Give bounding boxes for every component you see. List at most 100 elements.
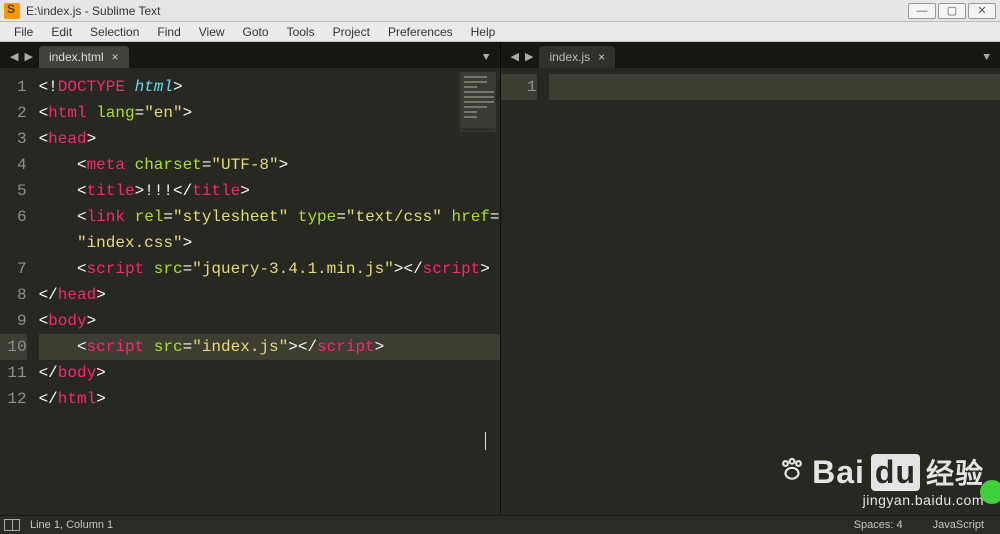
line-number[interactable]: 10 xyxy=(0,334,27,360)
code-token: > xyxy=(183,234,193,252)
code-token: DOCTYPE xyxy=(58,78,135,96)
tab-index-html[interactable]: index.html × xyxy=(39,46,129,68)
status-syntax-language[interactable]: JavaScript xyxy=(933,519,984,531)
code-area[interactable] xyxy=(545,68,1000,515)
code-token: body xyxy=(58,364,96,382)
code-token: > xyxy=(96,390,106,408)
tab-label: index.html xyxy=(49,50,104,64)
line-number[interactable]: 1 xyxy=(501,74,537,100)
line-number[interactable]: 4 xyxy=(0,152,27,178)
code-token: < xyxy=(77,156,87,174)
code-token: > xyxy=(279,156,289,174)
code-token: = xyxy=(202,156,212,174)
tab-close-icon[interactable]: × xyxy=(112,50,119,64)
menu-preferences[interactable]: Preferences xyxy=(380,24,461,40)
left-editor-pane[interactable]: 1 2 3 4 5 6 7 8 9 10 11 12 <!DOCTYPE htm… xyxy=(0,68,500,515)
line-number[interactable]: 7 xyxy=(0,256,27,282)
tab-strips: ◀ ▶ index.html × ▼ ◀ ▶ index.js × ▼ xyxy=(0,42,1000,68)
tab-dropdown-icon[interactable]: ▼ xyxy=(983,52,1000,68)
code-token: > xyxy=(87,312,97,330)
code-token: > xyxy=(87,130,97,148)
nav-back-icon[interactable]: ◀ xyxy=(10,50,18,64)
left-tabstrip: ◀ ▶ index.html × ▼ xyxy=(0,42,500,68)
menu-selection[interactable]: Selection xyxy=(82,24,147,40)
text-cursor-icon xyxy=(485,432,486,450)
menu-help[interactable]: Help xyxy=(463,24,504,40)
right-editor-pane[interactable]: 1 xyxy=(500,68,1000,515)
code-token: meta xyxy=(87,156,135,174)
code-area[interactable]: <!DOCTYPE html> <html lang="en"> <head> … xyxy=(35,68,500,515)
line-number[interactable]: 3 xyxy=(0,126,27,152)
code-token: "stylesheet" xyxy=(173,208,298,226)
code-token xyxy=(39,182,77,200)
line-number[interactable]: 12 xyxy=(0,386,27,412)
code-token: </ xyxy=(403,260,422,278)
code-token: > xyxy=(96,286,106,304)
panel-switcher-icon[interactable] xyxy=(4,519,20,531)
editor-split: 1 2 3 4 5 6 7 8 9 10 11 12 <!DOCTYPE htm… xyxy=(0,68,1000,515)
code-token: </ xyxy=(39,364,58,382)
code-token: href xyxy=(451,208,489,226)
app-icon xyxy=(4,3,20,19)
menu-file[interactable]: File xyxy=(6,24,41,40)
line-number[interactable]: 1 xyxy=(0,74,27,100)
code-token: "UTF-8" xyxy=(211,156,278,174)
line-number[interactable]: 5 xyxy=(0,178,27,204)
window-minimize-button[interactable]: — xyxy=(908,3,936,19)
code-token: src xyxy=(154,260,183,278)
menu-view[interactable]: View xyxy=(191,24,233,40)
nav-back-icon[interactable]: ◀ xyxy=(511,50,519,64)
window-title: E:\index.js - Sublime Text xyxy=(26,4,161,18)
code-token: body xyxy=(48,312,86,330)
status-cursor-position[interactable]: Line 1, Column 1 xyxy=(30,519,113,531)
code-token: src xyxy=(154,338,183,356)
menu-project[interactable]: Project xyxy=(325,24,378,40)
line-number[interactable]: 11 xyxy=(0,360,27,386)
line-number[interactable]: 8 xyxy=(0,282,27,308)
minimap[interactable] xyxy=(460,72,496,132)
code-token: "index.css" xyxy=(77,234,183,252)
code-token xyxy=(39,208,77,226)
line-number[interactable]: 2 xyxy=(0,100,27,126)
code-token: < xyxy=(77,208,87,226)
code-token: </ xyxy=(173,182,192,200)
tab-dropdown-icon[interactable]: ▼ xyxy=(483,52,500,68)
floating-badge-icon[interactable] xyxy=(980,480,1000,504)
code-token: html xyxy=(48,104,96,122)
code-token: script xyxy=(423,260,481,278)
window-maximize-button[interactable]: ▢ xyxy=(938,3,966,19)
line-number[interactable]: 6 xyxy=(0,204,27,230)
code-token: rel xyxy=(135,208,164,226)
code-token: "jquery-3.4.1.min.js" xyxy=(192,260,394,278)
line-number-gutter[interactable]: 1 2 3 4 5 6 7 8 9 10 11 12 xyxy=(0,68,35,515)
code-token: </ xyxy=(39,390,58,408)
code-token: < xyxy=(39,130,49,148)
code-token: > xyxy=(240,182,250,200)
code-token xyxy=(39,338,77,356)
code-token: = xyxy=(336,208,346,226)
status-indent-setting[interactable]: Spaces: 4 xyxy=(854,519,903,531)
tab-index-js[interactable]: index.js × xyxy=(539,46,615,68)
line-number-gutter[interactable]: 1 xyxy=(501,68,545,515)
code-token: = xyxy=(163,208,173,226)
line-number[interactable]: 9 xyxy=(0,308,27,334)
code-token: html xyxy=(58,390,96,408)
code-token: > xyxy=(183,104,193,122)
tab-close-icon[interactable]: × xyxy=(598,50,605,64)
code-token: < xyxy=(77,260,87,278)
line-number[interactable] xyxy=(0,230,27,256)
nav-forward-icon[interactable]: ▶ xyxy=(525,50,533,64)
code-token: = xyxy=(183,338,193,356)
nav-forward-icon[interactable]: ▶ xyxy=(24,50,32,64)
code-token: > xyxy=(173,78,183,96)
menu-tools[interactable]: Tools xyxy=(279,24,323,40)
window-close-button[interactable]: ✕ xyxy=(968,3,996,19)
code-token: </ xyxy=(298,338,317,356)
code-token: > xyxy=(480,260,490,278)
menu-goto[interactable]: Goto xyxy=(235,24,277,40)
menu-find[interactable]: Find xyxy=(149,24,188,40)
code-token: = xyxy=(183,260,193,278)
code-token: > xyxy=(96,364,106,382)
code-token: !!! xyxy=(144,182,173,200)
menu-edit[interactable]: Edit xyxy=(43,24,80,40)
